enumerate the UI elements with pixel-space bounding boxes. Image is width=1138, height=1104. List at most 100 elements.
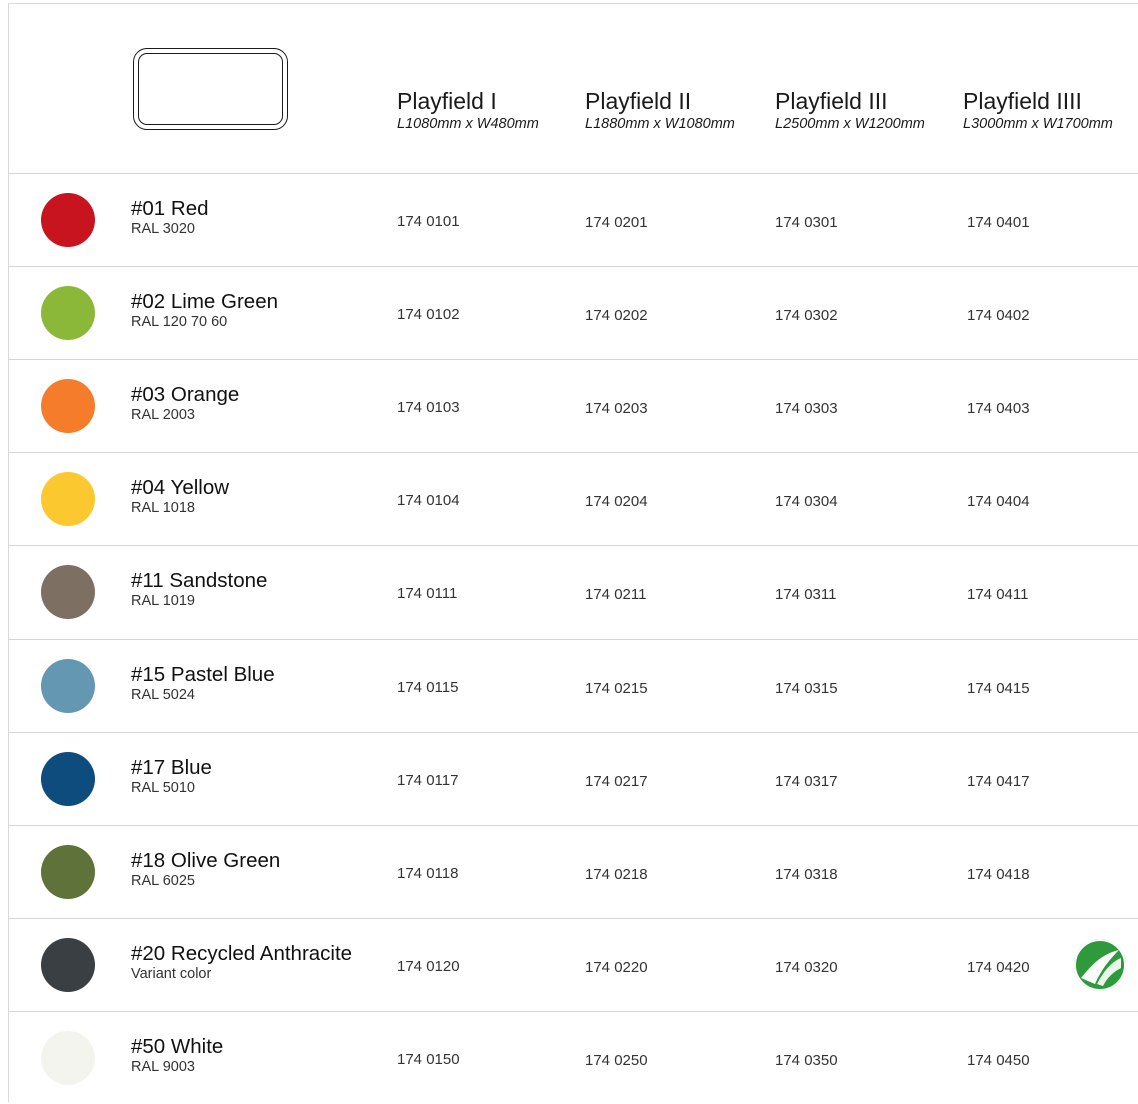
color-label: #50 White RAL 9003 xyxy=(131,1035,223,1076)
article-number: 174 0450 xyxy=(967,1052,1030,1069)
article-number: 174 0301 xyxy=(775,214,838,231)
row-divider xyxy=(8,639,1138,640)
article-number: 174 0103 xyxy=(397,399,460,416)
color-reference: RAL 3020 xyxy=(131,221,195,237)
table-row: #01 Red RAL 3020 174 0101 174 0201 174 0301 1… xyxy=(0,173,1138,266)
color-name: #02 Lime Green xyxy=(131,290,279,313)
table-row: #15 Pastel Blue RAL 5024 174 0115 174 0215 1… xyxy=(0,639,1138,732)
column-name: Playfield I xyxy=(397,88,497,114)
table-row: #17 Blue RAL 5010 174 0117 174 0217 174 0317… xyxy=(0,732,1138,825)
nordic-swan-ecolabel-icon xyxy=(1073,938,1127,992)
article-number: 174 0201 xyxy=(585,214,648,231)
article-number: 174 0317 xyxy=(775,773,838,790)
article-number: 174 0415 xyxy=(967,680,1030,697)
color-reference: RAL 1018 xyxy=(131,500,195,516)
color-swatch xyxy=(41,845,95,899)
color-reference: RAL 5024 xyxy=(131,687,195,703)
color-label: #02 Lime Green RAL 120 70 60 xyxy=(131,290,278,331)
color-swatch xyxy=(41,659,95,713)
row-divider xyxy=(8,359,1138,360)
article-number: 174 0117 xyxy=(397,772,459,789)
table-row: #18 Olive Green RAL 6025 174 0118 174 0218 1… xyxy=(0,825,1138,918)
color-name: #04 Yellow xyxy=(131,476,230,499)
color-label: #03 Orange RAL 2003 xyxy=(131,383,239,424)
article-number: 174 0111 xyxy=(397,585,458,602)
table-row: #03 Orange RAL 2003 174 0103 174 0203 174 03… xyxy=(0,359,1138,452)
article-number: 174 0120 xyxy=(397,958,460,975)
color-swatch xyxy=(41,286,95,340)
article-number: 174 0217 xyxy=(585,773,648,790)
color-swatch xyxy=(41,565,95,619)
article-number: 174 0218 xyxy=(585,866,648,883)
article-number: 174 0411 xyxy=(967,586,1029,603)
article-number: 174 0150 xyxy=(397,1051,460,1068)
article-number: 174 0118 xyxy=(397,865,459,882)
article-number: 174 0250 xyxy=(585,1052,648,1069)
column-header-playfield-1: Playfield I L1080mm x W480mm xyxy=(397,88,539,133)
table-row: #04 Yellow RAL 1018 174 0104 174 0204 174 03… xyxy=(0,452,1138,545)
color-name: #15 Pastel Blue xyxy=(131,663,275,686)
row-divider xyxy=(8,173,1138,174)
color-label: #17 Blue RAL 5010 xyxy=(131,756,212,797)
color-label: #20 Recycled Anthracite Variant color xyxy=(131,942,352,983)
color-name: #20 Recycled Anthracite xyxy=(131,942,353,965)
color-reference: RAL 2003 xyxy=(131,407,195,423)
article-number: 174 0211 xyxy=(585,586,647,603)
article-number: 174 0403 xyxy=(967,400,1030,417)
row-divider xyxy=(8,918,1138,919)
row-divider xyxy=(8,452,1138,453)
column-dimensions: L1080mm x W480mm xyxy=(397,116,539,132)
color-swatch xyxy=(41,1031,95,1085)
color-reference: RAL 1019 xyxy=(131,593,195,609)
row-divider xyxy=(8,1011,1138,1012)
article-number: 174 0404 xyxy=(967,493,1030,510)
color-name: #03 Orange xyxy=(131,383,240,406)
row-divider xyxy=(8,732,1138,733)
color-reference: RAL 120 70 60 xyxy=(131,314,228,330)
article-number: 174 0215 xyxy=(585,680,648,697)
table-row: #50 White RAL 9003 174 0150 174 0250 174 035… xyxy=(0,1011,1138,1104)
color-label: #18 Olive Green RAL 6025 xyxy=(131,849,280,890)
column-dimensions: L1880mm x W1080mm xyxy=(585,116,735,132)
article-number: 174 0115 xyxy=(397,679,459,696)
playfield-shape-inner xyxy=(138,53,283,125)
article-number: 174 0401 xyxy=(967,214,1030,231)
row-divider xyxy=(8,545,1138,546)
table-row: #11 Sandstone RAL 1019 174 0111 174 0211 174… xyxy=(0,545,1138,638)
color-swatch xyxy=(41,193,95,247)
color-reference: RAL 9003 xyxy=(131,1059,195,1075)
article-number: 174 0220 xyxy=(585,959,648,976)
article-number: 174 0311 xyxy=(775,586,837,603)
article-number: 174 0315 xyxy=(775,680,838,697)
table-header: Playfield I L1080mm x W480mm Playfield I… xyxy=(0,0,1138,173)
article-number: 174 0204 xyxy=(585,493,648,510)
color-name: #18 Olive Green xyxy=(131,849,281,872)
color-reference: Variant color xyxy=(131,966,212,982)
article-number: 174 0303 xyxy=(775,400,838,417)
article-number: 174 0350 xyxy=(775,1052,838,1069)
color-swatch xyxy=(41,752,95,806)
color-reference: RAL 5010 xyxy=(131,780,195,796)
column-header-playfield-2: Playfield II L1880mm x W1080mm xyxy=(585,88,735,133)
article-number: 174 0320 xyxy=(775,959,838,976)
column-name: Playfield II xyxy=(585,88,692,114)
row-divider xyxy=(8,825,1138,826)
color-name: #11 Sandstone xyxy=(131,569,268,592)
color-label: #15 Pastel Blue RAL 5024 xyxy=(131,663,275,704)
row-divider xyxy=(8,266,1138,267)
article-number: 174 0318 xyxy=(775,866,838,883)
column-dimensions: L3000mm x W1700mm xyxy=(963,116,1113,132)
color-name: #01 Red xyxy=(131,197,209,220)
column-dimensions: L2500mm x W1200mm xyxy=(775,116,925,132)
color-swatch xyxy=(41,938,95,992)
table-row: #02 Lime Green RAL 120 70 60 174 0102 174 0… xyxy=(0,266,1138,359)
article-number: 174 0418 xyxy=(967,866,1030,883)
article-number: 174 0304 xyxy=(775,493,838,510)
article-number: 174 0202 xyxy=(585,307,648,324)
article-number: 174 0420 xyxy=(967,959,1030,976)
article-number: 174 0402 xyxy=(967,307,1030,324)
color-label: #11 Sandstone RAL 1019 xyxy=(131,569,267,610)
column-name: Playfield IIII xyxy=(963,88,1082,114)
article-number: 174 0102 xyxy=(397,306,460,323)
article-number: 174 0302 xyxy=(775,307,838,324)
